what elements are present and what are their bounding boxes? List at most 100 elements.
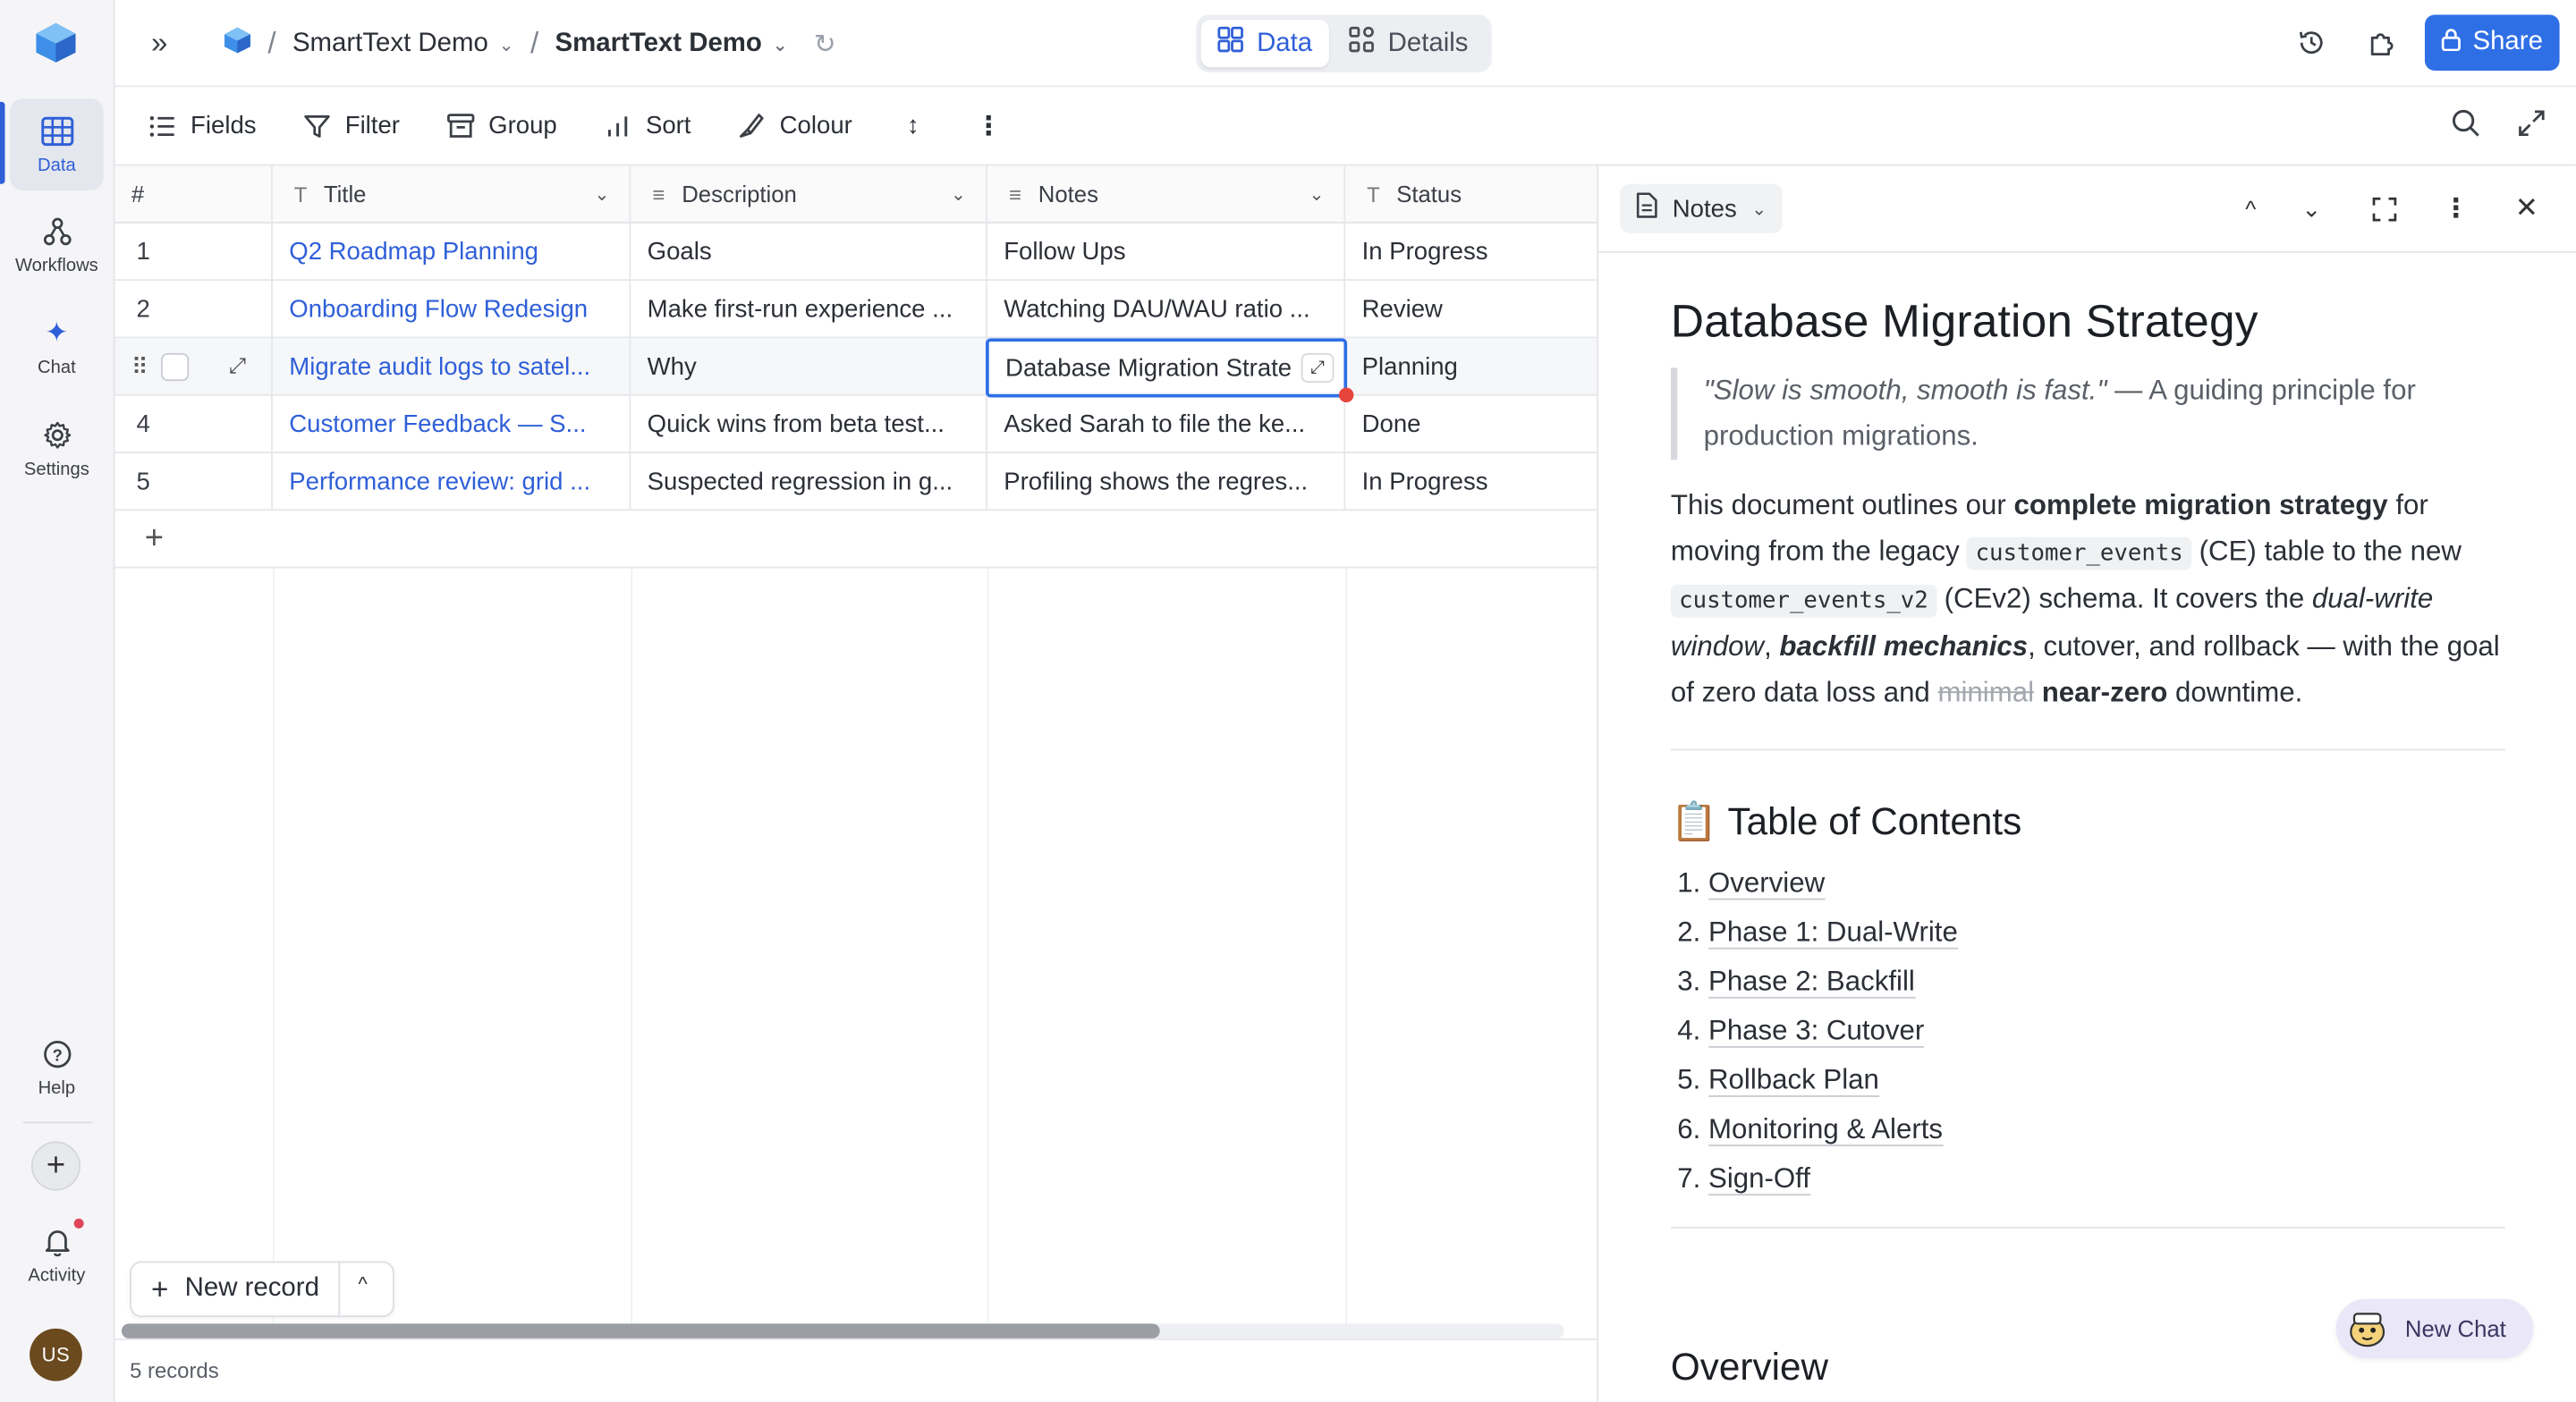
title-cell[interactable]: Q2 Roadmap Planning [273,223,631,280]
chevron-down-icon[interactable]: ⌄ [1309,183,1324,205]
table-row[interactable]: 1 Q2 Roadmap Planning Goals Follow Ups I… [114,223,1597,282]
chevron-down-icon[interactable]: ⌄ [951,183,966,205]
title-cell[interactable]: Migrate audit logs to satel... [273,338,631,394]
fields-button[interactable]: Fields [148,111,257,140]
refresh-icon[interactable]: ↻ [814,27,836,60]
search-icon[interactable] [2451,108,2480,146]
description-cell[interactable]: Goals [631,223,987,280]
status-cell[interactable]: Planning [1345,338,1597,393]
toc-link[interactable]: Overview [1707,866,1826,900]
column-header-title[interactable]: T Title ⌄ [273,165,631,222]
fill-handle[interactable] [1338,387,1354,402]
toc-link[interactable]: Phase 2: Backfill [1707,965,1915,999]
tab-details[interactable]: Details [1332,20,1485,67]
long-text-icon: ≡ [652,181,665,207]
title-cell[interactable]: Onboarding Flow Redesign [273,281,631,337]
status-cell[interactable]: In Progress [1345,453,1597,509]
active-notes-cell[interactable]: Database Migration Strate ⤢ [986,338,1348,398]
cell-text: Migrate audit logs to satel... [289,351,591,381]
app-logo[interactable] [35,21,78,64]
row-height-button[interactable]: ↕ [898,111,928,140]
breadcrumb-separator: / [267,26,276,60]
expand-record-icon[interactable]: ⤢ [229,353,246,379]
status-cell[interactable]: In Progress [1345,224,1597,279]
chevron-down-icon[interactable]: ⌄ [594,183,609,205]
toc-link[interactable]: Phase 1: Dual-Write [1707,916,1958,950]
share-button[interactable]: Share [2424,14,2560,71]
scrollbar-thumb[interactable] [121,1323,1160,1339]
toc-item[interactable]: 7. Sign-Off [1671,1154,2505,1204]
toc-item[interactable]: 1. Overview [1671,859,2505,908]
tab-data[interactable]: Data [1200,20,1329,68]
notes-cell[interactable]: Watching DAU/WAU ratio ... [987,281,1346,337]
notes-panel: Notes ⌄ ^ ⌄ ⋮ ✕ Database Migration Strat… [1597,165,2576,1402]
expand-sidebar-icon[interactable]: » [141,25,177,61]
toc-item[interactable]: 3. Phase 2: Backfill [1671,958,2505,1007]
toc-item[interactable]: 6. Monitoring & Alerts [1671,1105,2505,1154]
table-row-selected[interactable]: ⠿ ⤢ Migrate audit logs to satel... Why P… [114,338,1597,396]
fullscreen-icon[interactable] [2366,190,2402,226]
new-record-button[interactable]: + New record ^ [130,1261,394,1318]
toc-item[interactable]: 5. Rollback Plan [1671,1056,2505,1105]
toc-link[interactable]: Sign-Off [1707,1162,1810,1196]
column-divider [1345,568,1348,1338]
history-icon[interactable] [2293,25,2329,61]
group-button[interactable]: Group [445,111,557,140]
drag-handle-icon[interactable]: ⠿ [131,352,148,380]
add-row[interactable]: + [114,511,1597,569]
details-icon [1349,26,1375,61]
close-icon[interactable]: ✕ [2509,190,2545,226]
breadcrumb-workspace[interactable]: SmartText Demo ⌄ [292,29,514,58]
sidebar-item-help[interactable]: ? Help [10,1021,104,1113]
notes-cell[interactable]: Asked Sarah to file the ke... [987,395,1346,452]
fullscreen-expand-icon[interactable] [2517,108,2546,146]
notes-cell[interactable]: Profiling shows the regres... [987,452,1346,510]
table-row[interactable]: 4 Customer Feedback — S... Quick wins fr… [114,395,1597,453]
toc-link[interactable]: Rollback Plan [1707,1064,1879,1097]
toc-item[interactable]: 2. Phase 1: Dual-Write [1671,908,2505,958]
add-workspace-button[interactable]: + [30,1141,80,1191]
avatar[interactable]: US [30,1328,82,1381]
row-checkbox[interactable] [161,351,190,381]
chevron-up-icon[interactable]: ^ [358,1272,367,1296]
toc-link[interactable]: Monitoring & Alerts [1707,1113,1944,1147]
breadcrumb-table[interactable]: SmartText Demo ⌄ [555,29,788,58]
colour-button[interactable]: Colour [737,111,852,140]
more-vertical-icon[interactable]: ⋮ [2438,190,2474,226]
table-row[interactable]: 5 Performance review: grid ... Suspected… [114,452,1597,511]
title-cell[interactable]: Customer Feedback — S... [273,395,631,452]
more-options-button[interactable]: ⋮ [974,111,1004,140]
column-header-status[interactable]: T Status [1345,166,1597,222]
chevron-down-icon[interactable]: ⌄ [2293,190,2329,226]
notes-cell[interactable]: Follow Ups [987,223,1346,280]
sidebar-item-activity[interactable]: Activity [10,1209,104,1301]
toc-item[interactable]: 4. Phase 3: Cutover [1671,1007,2505,1056]
expand-cell-icon[interactable]: ⤢ [1301,352,1335,383]
description-cell[interactable]: Quick wins from beta test... [631,395,987,452]
row-number: 1 [115,223,273,280]
toc-link[interactable]: Phase 3: Cutover [1707,1015,1925,1048]
description-cell[interactable]: Why [631,338,987,394]
title-cell[interactable]: Performance review: grid ... [273,452,631,510]
column-label: Title [323,181,367,207]
column-header-notes[interactable]: ≡ Notes ⌄ [987,165,1346,222]
sidebar-item-label: Settings [23,459,89,479]
sidebar-item-data[interactable]: Data [10,98,104,191]
filter-button[interactable]: Filter [302,111,400,140]
table-row[interactable]: 2 Onboarding Flow Redesign Make first-ru… [114,281,1597,339]
extensions-icon[interactable] [2364,25,2400,61]
rich-text-document[interactable]: Database Migration Strategy "Slow is smo… [1670,292,2505,1274]
field-selector[interactable]: Notes ⌄ [1619,183,1784,233]
horizontal-scrollbar[interactable] [121,1323,1564,1339]
sort-button[interactable]: Sort [603,111,691,140]
chevron-up-icon[interactable]: ^ [2233,190,2268,226]
sidebar-item-settings[interactable]: Settings [10,402,104,494]
description-cell[interactable]: Suspected regression in g... [631,452,987,510]
column-header-description[interactable]: ≡ Description ⌄ [631,165,987,222]
description-cell[interactable]: Make first-run experience ... [631,281,987,337]
new-chat-button[interactable]: New Chat [2335,1298,2534,1358]
status-cell[interactable]: Done [1345,396,1597,452]
status-cell[interactable]: Review [1345,281,1597,336]
sidebar-item-chat[interactable]: ✦ Chat [10,300,104,393]
sidebar-item-workflows[interactable]: Workflows [10,198,104,291]
